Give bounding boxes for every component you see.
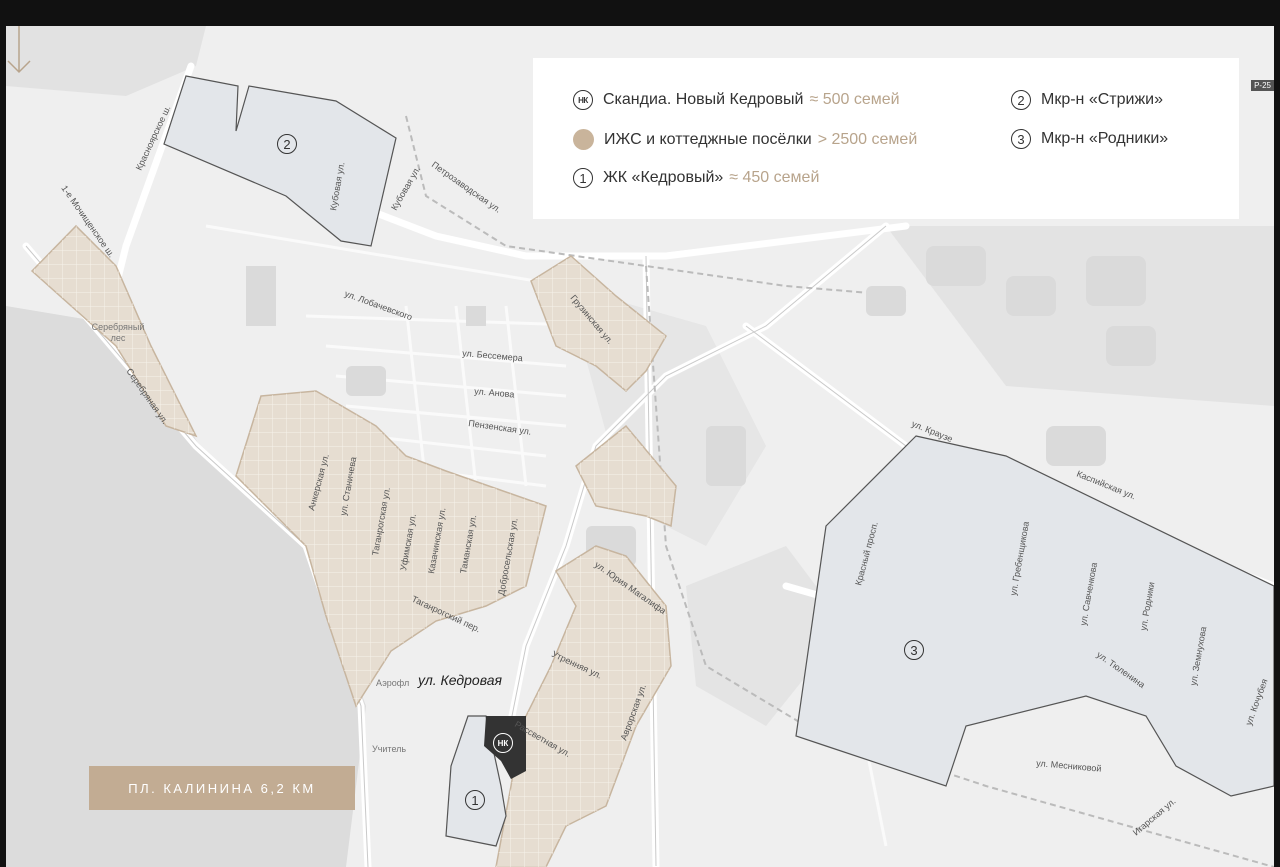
place-teacher: Учитель <box>372 744 407 754</box>
legend-item-ijs: ИЖС и коттеджные посёлки > 2500 семей <box>573 129 917 150</box>
zone-rodniki <box>795 435 1274 797</box>
nk-marker[interactable]: НК <box>493 733 513 753</box>
legend-item-strizhi: 2 Мкр-н «Стрижи» <box>1011 90 1163 110</box>
legend-item-rodniki: 3 Мкр-н «Родники» <box>1011 129 1168 149</box>
legend-name: ИЖС и коттеджные посёлки <box>604 130 812 148</box>
street-label: ул. Анова <box>474 386 515 399</box>
top-bar <box>0 0 1280 10</box>
nk-badge-icon: НК <box>573 90 593 110</box>
number-badge-icon: 1 <box>573 168 593 188</box>
number-badge-icon: 3 <box>1011 129 1031 149</box>
arrow-down-icon <box>7 26 31 74</box>
number-badge-icon: 2 <box>1011 90 1031 110</box>
legend-item-kedrovy: 1 ЖК «Кедровый» ≈ 450 семей <box>573 168 819 188</box>
zone-label-1[interactable]: 1 <box>465 790 485 810</box>
forest-area-nw <box>6 26 206 96</box>
kedrovaya-street-label: ул. Кедровая <box>418 672 502 688</box>
street-label: Кубовая ул. <box>389 164 422 212</box>
zone-label-3[interactable]: 3 <box>904 640 924 660</box>
legend-approx: ≈ 450 семей <box>729 169 820 186</box>
place-aero: Аэрофл <box>376 678 410 688</box>
zone-strizhi <box>163 75 397 247</box>
distance-badge[interactable]: ПЛ. КАЛИНИНА 6,2 КМ <box>89 766 355 810</box>
zone-label-2[interactable]: 2 <box>277 134 297 154</box>
street-label: Игарская ул. <box>1131 796 1178 837</box>
map-canvas[interactable]: Кубовая ул. Кубовая ул. Петрозаводская у… <box>6 26 1274 867</box>
legend-name: Мкр-н «Родники» <box>1041 130 1169 147</box>
legend-name: Мкр-н «Стрижи» <box>1041 91 1163 108</box>
legend-name: ЖК «Кедровый» <box>603 169 724 186</box>
street-label: ул. Месниковой <box>1036 758 1102 774</box>
place-silver-forest: Серебряный лес <box>91 322 145 343</box>
legend-approx: > 2500 семей <box>817 130 918 148</box>
legend-name: Скандиа. Новый Кедровый <box>603 91 804 108</box>
street-label: Петрозаводская ул. <box>430 159 503 214</box>
map-legend: НК Скандиа. Новый Кедровый ≈ 500 семей И… <box>533 58 1239 219</box>
legend-approx: ≈ 500 семей <box>809 91 900 108</box>
legend-item-nk: НК Скандиа. Новый Кедровый ≈ 500 семей <box>573 90 900 110</box>
beige-dot-icon <box>573 129 594 150</box>
road-tag: Р-25 <box>1251 80 1274 91</box>
